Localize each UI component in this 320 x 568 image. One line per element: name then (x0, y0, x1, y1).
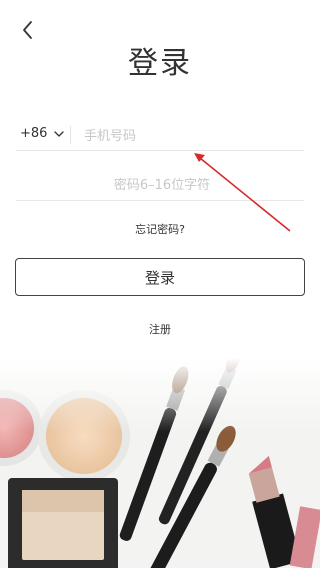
login-button[interactable]: 登录 (15, 258, 305, 296)
page-title: 登录 (128, 46, 192, 81)
country-code-divider (70, 126, 71, 144)
phone-number-input[interactable] (82, 122, 304, 150)
country-code-selector[interactable]: +86 (20, 126, 65, 141)
forgot-password-link[interactable]: 忘记密码? (0, 221, 320, 237)
register-link[interactable]: 注册 (0, 321, 320, 337)
password-input[interactable] (16, 170, 308, 200)
country-code-label: +86 (20, 126, 48, 141)
password-input-row (16, 170, 308, 201)
chevron-down-icon (54, 130, 65, 137)
phone-input-row: +86 (16, 120, 304, 151)
cosmetics-illustration (0, 358, 320, 568)
